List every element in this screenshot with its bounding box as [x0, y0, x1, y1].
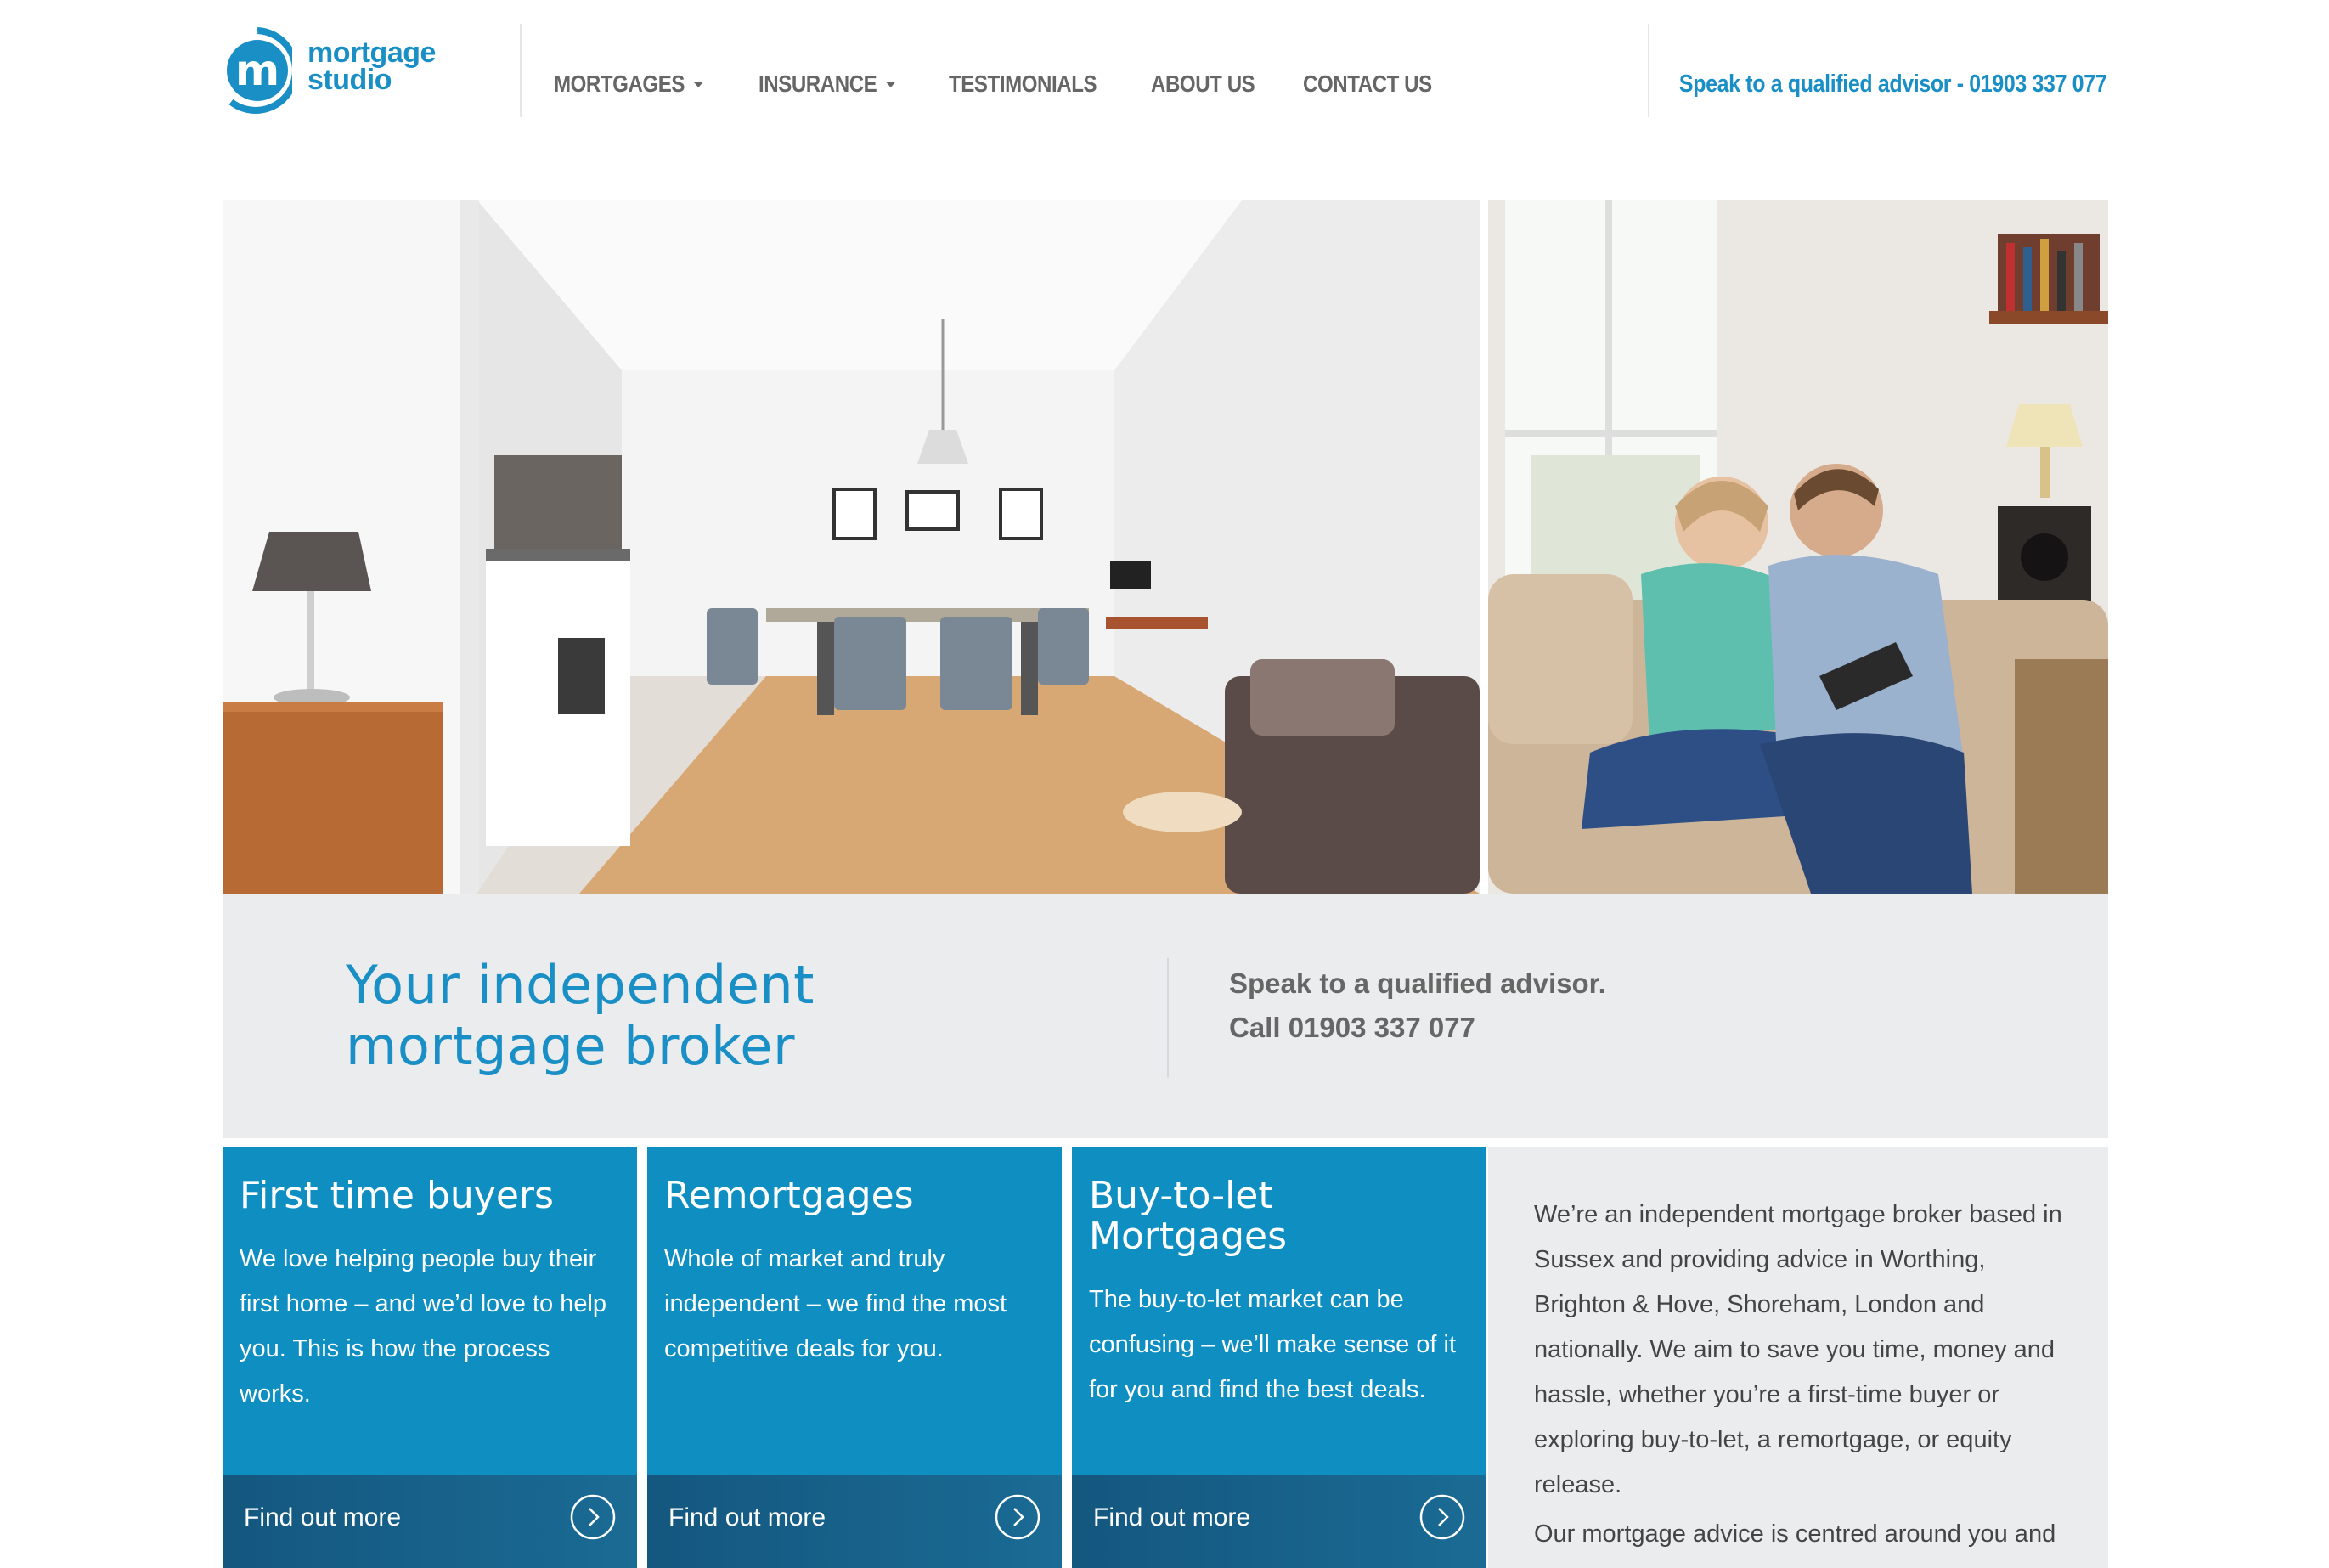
site-header: m mortgage studio MORTGAGES INSURANCE TE… [0, 0, 2329, 170]
band-divider [1167, 958, 1169, 1077]
band-call-line-2[interactable]: Call 01903 337 077 [1229, 1006, 1606, 1050]
header-divider-left [520, 24, 522, 117]
card-title: Buy-to-let Mortgages [1089, 1174, 1288, 1258]
about-panel: We’re an independent mortgage broker bas… [1488, 1147, 2108, 1568]
band-call-to-action: Speak to a qualified advisor. Call 01903… [1229, 962, 1606, 1050]
caret-down-icon [885, 81, 896, 87]
header-divider-right [1648, 24, 1649, 117]
card-body: The buy-to-let market can be confusing –… [1089, 1286, 1456, 1403]
interior-photo-illustration [223, 200, 1480, 894]
chevron-right-circle-icon [570, 1494, 616, 1540]
main-nav: MORTGAGES INSURANCE TESTIMONIALS ABOUT U… [554, 71, 1483, 98]
nav-item-mortgages[interactable]: MORTGAGES [554, 71, 704, 98]
site-logo[interactable]: m mortgage studio [223, 24, 477, 119]
card-title: Remortgages [664, 1174, 914, 1217]
logo-line-2: studio [307, 64, 392, 96]
card-remortgages: Remortgages Whole of market and truly in… [647, 1147, 1062, 1568]
find-out-more-button[interactable]: Find out more [223, 1475, 637, 1568]
nav-item-label: TESTIMONIALS [949, 71, 1097, 97]
card-body: We love helping people buy their first h… [240, 1245, 607, 1407]
page-title-line-1: Your independent [346, 954, 815, 1016]
find-out-more-label: Find out more [668, 1503, 826, 1531]
logo-mark-icon: m [227, 27, 292, 114]
page-title: Your independent mortgage broker [346, 955, 815, 1077]
nav-item-label: MORTGAGES [554, 71, 685, 97]
page-title-line-2: mortgage broker [346, 1015, 795, 1077]
hero-image-couple [1488, 200, 2108, 894]
logo-letter: m [235, 46, 279, 95]
header-phone-link[interactable]: Speak to a qualified advisor - 01903 337… [1679, 71, 2107, 99]
nav-item-label: ABOUT US [1151, 71, 1255, 97]
hero-image-interior [223, 200, 1480, 894]
logo-wordmark: mortgage studio [307, 37, 436, 96]
nav-item-testimonials[interactable]: TESTIMONIALS [949, 71, 1097, 98]
about-paragraph-2: Our mortgage advice is centred around yo… [1534, 1520, 2056, 1548]
logo-line-1: mortgage [307, 37, 436, 69]
chevron-right-circle-icon [995, 1494, 1040, 1540]
find-out-more-button[interactable]: Find out more [647, 1475, 1062, 1568]
find-out-more-label: Find out more [1093, 1503, 1251, 1531]
about-paragraph-1: We’re an independent mortgage broker bas… [1534, 1201, 2062, 1498]
intro-band: Your independent mortgage broker Speak t… [223, 894, 2108, 1138]
find-out-more-button[interactable]: Find out more [1072, 1475, 1486, 1568]
nav-item-label: CONTACT US [1302, 71, 1432, 97]
card-buy-to-let: Buy-to-let Mortgages The buy-to-let mark… [1072, 1147, 1486, 1568]
find-out-more-label: Find out more [244, 1503, 402, 1531]
nav-item-insurance[interactable]: INSURANCE [758, 71, 896, 98]
card-body: Whole of market and truly independent – … [664, 1245, 1007, 1362]
caret-down-icon [693, 81, 704, 87]
nav-item-about-us[interactable]: ABOUT US [1151, 71, 1255, 98]
chevron-right-circle-icon [1419, 1494, 1465, 1540]
card-title: First time buyers [240, 1174, 554, 1217]
couple-photo-illustration [1488, 200, 2108, 894]
card-first-time-buyers: First time buyers We love helping people… [223, 1147, 637, 1568]
nav-item-label: INSURANCE [758, 71, 877, 97]
nav-item-contact-us[interactable]: CONTACT US [1303, 71, 1432, 98]
band-call-line-1: Speak to a qualified advisor. [1229, 967, 1606, 999]
